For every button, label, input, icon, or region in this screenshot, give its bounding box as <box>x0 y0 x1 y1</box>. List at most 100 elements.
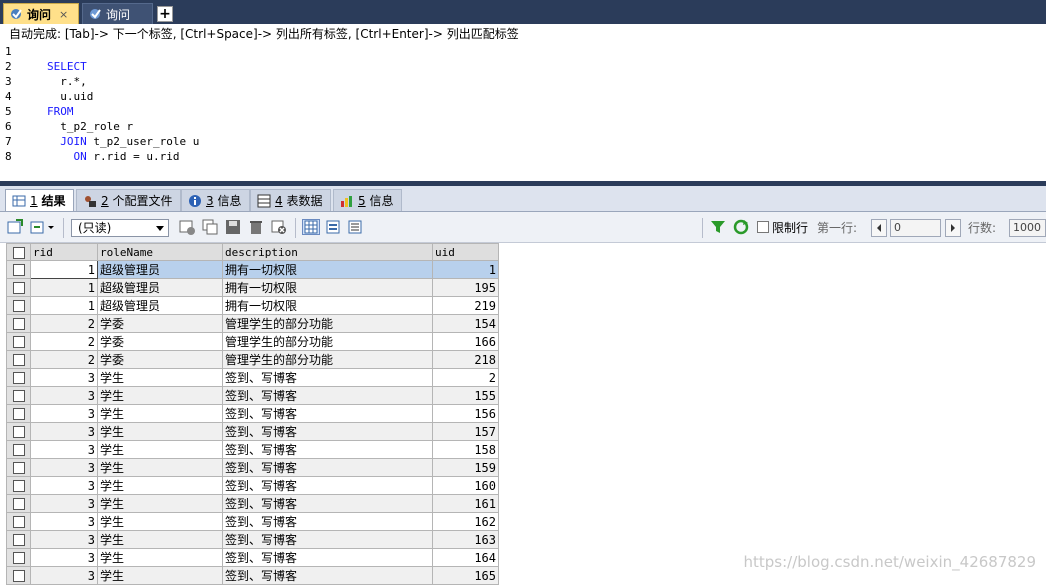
table-row[interactable]: 2 学委 管理学生的部分功能 154 <box>6 314 499 333</box>
delete-icon[interactable] <box>247 219 265 235</box>
cell-rid[interactable]: 2 <box>30 332 98 351</box>
tab-table-data[interactable]: 4 表数据 <box>250 189 332 211</box>
close-icon[interactable]: × <box>59 8 68 21</box>
row-checkbox[interactable] <box>6 494 31 513</box>
table-row[interactable]: 1 超级管理员 拥有一切权限 195 <box>6 278 499 297</box>
tab-profile[interactable]: 2 个配置文件 <box>76 189 182 211</box>
cell-uid[interactable]: 219 <box>432 296 499 315</box>
cell-uid[interactable]: 218 <box>432 350 499 369</box>
cell-role-name[interactable]: 超级管理员 <box>97 296 223 315</box>
table-row[interactable]: 2 学委 管理学生的部分功能 166 <box>6 332 499 351</box>
cancel-changes-icon[interactable] <box>270 219 288 235</box>
table-row[interactable]: 3 学生 签到、写博客 2 <box>6 368 499 387</box>
rows-input[interactable]: 1000 <box>1009 219 1046 237</box>
table-row[interactable]: 3 学生 签到、写博客 160 <box>6 476 499 495</box>
row-checkbox[interactable] <box>6 350 31 369</box>
readonly-select[interactable]: (只读) <box>71 219 169 237</box>
row-checkbox[interactable] <box>6 530 31 549</box>
row-checkbox[interactable] <box>6 332 31 351</box>
cell-rid[interactable]: 1 <box>30 260 98 279</box>
table-row[interactable]: 3 学生 签到、写博客 155 <box>6 386 499 405</box>
table-row[interactable]: 3 学生 签到、写博客 162 <box>6 512 499 531</box>
cell-role-name[interactable]: 学生 <box>97 404 223 423</box>
cell-role-name[interactable]: 学委 <box>97 332 223 351</box>
select-all-checkbox[interactable] <box>6 243 31 261</box>
cell-uid[interactable]: 164 <box>432 548 499 567</box>
cell-uid[interactable]: 195 <box>432 278 499 297</box>
table-row[interactable]: 3 学生 签到、写博客 161 <box>6 494 499 513</box>
row-checkbox[interactable] <box>6 512 31 531</box>
sql-editor[interactable]: 1 2 3 4 5 6 7 8 SELECT r.*, u.uid FROM t… <box>0 43 1046 181</box>
row-checkbox[interactable] <box>6 386 31 405</box>
cell-role-name[interactable]: 学委 <box>97 314 223 333</box>
cell-description[interactable]: 拥有一切权限 <box>222 278 433 297</box>
cell-description[interactable]: 签到、写博客 <box>222 566 433 585</box>
query-tab[interactable]: 询问 <box>82 3 153 24</box>
cell-uid[interactable]: 166 <box>432 332 499 351</box>
export-icon[interactable] <box>6 219 24 235</box>
refresh-icon[interactable] <box>732 219 750 235</box>
cell-rid[interactable]: 3 <box>30 404 98 423</box>
cell-uid[interactable]: 160 <box>432 476 499 495</box>
cell-uid[interactable]: 1 <box>432 260 499 279</box>
next-page-button[interactable] <box>945 219 961 237</box>
cell-role-name[interactable]: 学生 <box>97 566 223 585</box>
row-checkbox[interactable] <box>6 278 31 297</box>
cell-rid[interactable]: 3 <box>30 494 98 513</box>
cell-rid[interactable]: 3 <box>30 512 98 531</box>
filter-icon[interactable] <box>709 219 727 235</box>
table-row[interactable]: 3 学生 签到、写博客 159 <box>6 458 499 477</box>
row-checkbox[interactable] <box>6 368 31 387</box>
form-view-icon[interactable] <box>324 219 342 235</box>
cell-description[interactable]: 签到、写博客 <box>222 548 433 567</box>
cell-uid[interactable]: 161 <box>432 494 499 513</box>
row-checkbox[interactable] <box>6 548 31 567</box>
cell-description[interactable]: 管理学生的部分功能 <box>222 332 433 351</box>
first-row-input[interactable]: 0 <box>890 219 941 237</box>
table-row[interactable]: 3 学生 签到、写博客 163 <box>6 530 499 549</box>
cell-description[interactable]: 签到、写博客 <box>222 458 433 477</box>
query-tab-active[interactable]: 询问 × <box>3 3 79 24</box>
limit-rows-checkbox[interactable] <box>757 221 769 233</box>
column-header[interactable]: rid <box>30 243 98 261</box>
cell-description[interactable]: 签到、写博客 <box>222 386 433 405</box>
column-header[interactable]: roleName <box>97 243 223 261</box>
row-checkbox[interactable] <box>6 296 31 315</box>
cell-uid[interactable]: 158 <box>432 440 499 459</box>
import-dropdown-icon[interactable] <box>29 219 57 235</box>
cell-role-name[interactable]: 学生 <box>97 512 223 531</box>
cell-description[interactable]: 拥有一切权限 <box>222 296 433 315</box>
row-checkbox[interactable] <box>6 314 31 333</box>
cell-rid[interactable]: 2 <box>30 314 98 333</box>
cell-rid[interactable]: 3 <box>30 368 98 387</box>
cell-description[interactable]: 签到、写博客 <box>222 440 433 459</box>
row-checkbox[interactable] <box>6 458 31 477</box>
cell-description[interactable]: 签到、写博客 <box>222 422 433 441</box>
cell-uid[interactable]: 162 <box>432 512 499 531</box>
cell-role-name[interactable]: 超级管理员 <box>97 260 223 279</box>
cell-role-name[interactable]: 学生 <box>97 530 223 549</box>
table-row[interactable]: 1 超级管理员 拥有一切权限 1 <box>6 260 499 279</box>
row-checkbox[interactable] <box>6 440 31 459</box>
cell-rid[interactable]: 3 <box>30 422 98 441</box>
cell-role-name[interactable]: 学生 <box>97 548 223 567</box>
tab-results[interactable]: 1 结果 <box>5 189 75 211</box>
insert-row-icon[interactable] <box>178 219 196 235</box>
cell-description[interactable]: 签到、写博客 <box>222 368 433 387</box>
table-row[interactable]: 2 学委 管理学生的部分功能 218 <box>6 350 499 369</box>
cell-uid[interactable]: 163 <box>432 530 499 549</box>
cell-description[interactable]: 签到、写博客 <box>222 512 433 531</box>
cell-description[interactable]: 管理学生的部分功能 <box>222 314 433 333</box>
cell-rid[interactable]: 3 <box>30 476 98 495</box>
save-icon[interactable] <box>224 219 242 235</box>
cell-description[interactable]: 签到、写博客 <box>222 476 433 495</box>
cell-description[interactable]: 拥有一切权限 <box>222 260 433 279</box>
cell-role-name[interactable]: 学生 <box>97 494 223 513</box>
text-view-icon[interactable] <box>346 219 364 235</box>
tab-info-2[interactable]: 5 信息 <box>333 189 403 211</box>
cell-role-name[interactable]: 学委 <box>97 350 223 369</box>
cell-rid[interactable]: 1 <box>30 278 98 297</box>
grid-view-icon[interactable] <box>302 219 320 235</box>
cell-role-name[interactable]: 学生 <box>97 368 223 387</box>
cell-rid[interactable]: 3 <box>30 386 98 405</box>
